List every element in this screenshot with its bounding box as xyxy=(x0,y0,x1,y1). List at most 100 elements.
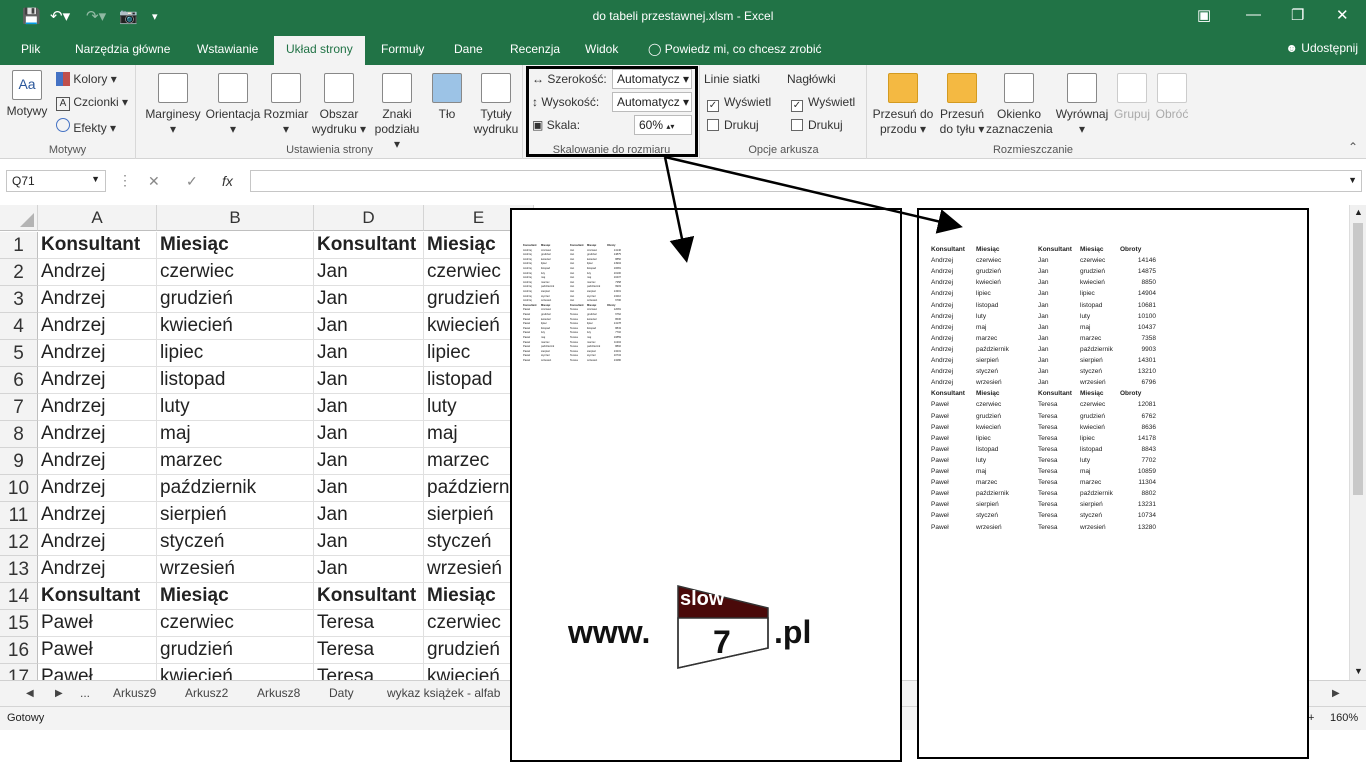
tell-me-box[interactable]: ◯ Powiedz mi, co chcesz zrobić xyxy=(648,42,822,56)
column-header[interactable]: B xyxy=(157,205,314,231)
cell[interactable]: Jan xyxy=(314,367,424,394)
headings-view-checkbox[interactable]: ✓ Wyświetl xyxy=(791,95,855,112)
cell[interactable]: Jan xyxy=(314,475,424,502)
cell[interactable]: Andrzej xyxy=(38,259,157,286)
tab-recenzja[interactable]: Recenzja xyxy=(510,42,560,56)
cell[interactable]: Andrzej xyxy=(38,340,157,367)
cell[interactable]: kwiecień xyxy=(157,313,314,340)
cell[interactable]: listopad xyxy=(157,367,314,394)
row-header[interactable]: 1 xyxy=(0,232,38,259)
cell[interactable]: marzec xyxy=(157,448,314,475)
row-header[interactable]: 11 xyxy=(0,502,38,529)
headings-print-checkbox[interactable]: Drukuj xyxy=(791,118,843,132)
cell[interactable]: luty xyxy=(157,394,314,421)
send-backward-button[interactable]: Przesuń do tyłu ▾ xyxy=(936,73,988,137)
cell[interactable]: Andrzej xyxy=(38,394,157,421)
selection-pane-button[interactable]: Okienko zaznaczenia xyxy=(986,73,1053,137)
row-header[interactable]: 3 xyxy=(0,286,38,313)
cell[interactable]: Andrzej xyxy=(38,421,157,448)
row-header[interactable]: 2 xyxy=(0,259,38,286)
cell[interactable]: grudzień xyxy=(157,637,314,664)
cell[interactable]: Jan xyxy=(314,448,424,475)
row-header[interactable]: 15 xyxy=(0,610,38,637)
formula-input[interactable]: ▼ xyxy=(250,170,1362,192)
row-header[interactable]: 12 xyxy=(0,529,38,556)
cell[interactable]: Teresa xyxy=(314,664,424,680)
tab-plik[interactable]: Plik xyxy=(21,42,40,56)
cell[interactable]: Konsultant xyxy=(314,583,424,610)
cancel-icon[interactable]: ✕ xyxy=(148,173,160,190)
prev-sheet-icon[interactable]: ◀ xyxy=(26,688,34,699)
cell[interactable]: lipiec xyxy=(157,340,314,367)
row-header[interactable]: 10 xyxy=(0,475,38,502)
orientation-button[interactable]: Orientacja ▾ xyxy=(205,73,261,137)
cell[interactable]: Andrzej xyxy=(38,475,157,502)
ribbon-display-icon[interactable]: ▣ xyxy=(1197,6,1211,24)
tab-formuly[interactable]: Formuły xyxy=(381,42,424,56)
cell[interactable]: Andrzej xyxy=(38,448,157,475)
cell[interactable]: Miesiąc xyxy=(157,232,314,259)
cell[interactable]: Jan xyxy=(314,556,424,583)
row-header[interactable]: 8 xyxy=(0,421,38,448)
colors-button[interactable]: Kolory ▾ xyxy=(56,72,117,86)
cell[interactable]: Andrzej xyxy=(38,313,157,340)
cell[interactable]: czerwiec xyxy=(157,610,314,637)
cell[interactable]: grudzień xyxy=(157,286,314,313)
scroll-down-icon[interactable]: ▼ xyxy=(1354,666,1363,676)
tab-uklad-strony[interactable]: Układ strony xyxy=(274,36,365,65)
close-icon[interactable]: ✕ xyxy=(1336,6,1349,24)
column-header[interactable]: A xyxy=(38,205,157,231)
zoom-level[interactable]: 160% xyxy=(1330,712,1358,724)
themes-button[interactable]: Aa Motywy xyxy=(5,70,49,119)
gridlines-view-checkbox[interactable]: ✓ Wyświetl xyxy=(707,95,771,112)
cell[interactable]: Andrzej xyxy=(38,502,157,529)
cell[interactable]: Jan xyxy=(314,502,424,529)
minimize-icon[interactable]: — xyxy=(1246,6,1261,23)
name-box-dropdown-icon[interactable]: ▼ xyxy=(91,174,100,184)
tab-narzedzia-glowne[interactable]: Narzędzia główne xyxy=(75,42,170,56)
next-sheet-icon[interactable]: ▶ xyxy=(55,688,63,699)
cell[interactable]: Teresa xyxy=(314,637,424,664)
align-button[interactable]: Wyrównaj ▾ xyxy=(1054,73,1110,137)
row-header[interactable]: 13 xyxy=(0,556,38,583)
expand-formula-icon[interactable]: ▼ xyxy=(1348,175,1357,185)
share-button[interactable]: ☻ Udostępnij xyxy=(1285,41,1358,55)
row-header[interactable]: 7 xyxy=(0,394,38,421)
row-header[interactable]: 9 xyxy=(0,448,38,475)
sheet-tab[interactable]: Arkusz2 xyxy=(185,686,228,700)
rotate-button[interactable]: Obróć xyxy=(1152,73,1192,122)
cell[interactable]: Konsultant xyxy=(314,232,424,259)
gridlines-print-checkbox[interactable]: Drukuj xyxy=(707,118,759,132)
cell[interactable]: czerwiec xyxy=(157,259,314,286)
print-area-button[interactable]: Obszar wydruku ▾ xyxy=(311,73,367,137)
enter-icon[interactable]: ✓ xyxy=(186,173,198,190)
cell[interactable]: Jan xyxy=(314,313,424,340)
cell[interactable]: Jan xyxy=(314,340,424,367)
effects-button[interactable]: Efekty ▾ xyxy=(56,118,116,135)
collapse-ribbon-icon[interactable]: ⌃ xyxy=(1348,140,1358,154)
name-box[interactable]: Q71 ▼ xyxy=(6,170,106,192)
cell[interactable]: Andrzej xyxy=(38,529,157,556)
vertical-scrollbar[interactable]: ▲ ▼ xyxy=(1349,205,1366,680)
print-titles-button[interactable]: Tytuły wydruku xyxy=(471,73,521,137)
cell[interactable]: Jan xyxy=(314,259,424,286)
cell[interactable]: Miesiąc xyxy=(157,583,314,610)
row-header[interactable]: 17 xyxy=(0,664,38,680)
cell[interactable]: Andrzej xyxy=(38,286,157,313)
cell[interactable]: kwiecień xyxy=(157,664,314,680)
row-header[interactable]: 5 xyxy=(0,340,38,367)
cell[interactable]: październik xyxy=(157,475,314,502)
tab-wstawianie[interactable]: Wstawianie xyxy=(197,42,258,56)
size-button[interactable]: Rozmiar ▾ xyxy=(263,73,309,137)
cell[interactable]: Andrzej xyxy=(38,367,157,394)
fonts-button[interactable]: A Czcionki ▾ xyxy=(56,95,128,111)
scroll-thumb[interactable] xyxy=(1353,223,1363,495)
cell[interactable]: Paweł xyxy=(38,610,157,637)
tab-dane[interactable]: Dane xyxy=(454,42,483,56)
sheet-tab[interactable]: Arkusz8 xyxy=(257,686,300,700)
cell[interactable]: maj xyxy=(157,421,314,448)
tab-widok[interactable]: Widok xyxy=(585,42,618,56)
sheet-tab-more[interactable]: ... xyxy=(80,686,90,700)
cell[interactable]: Konsultant xyxy=(38,232,157,259)
cell[interactable]: Jan xyxy=(314,286,424,313)
